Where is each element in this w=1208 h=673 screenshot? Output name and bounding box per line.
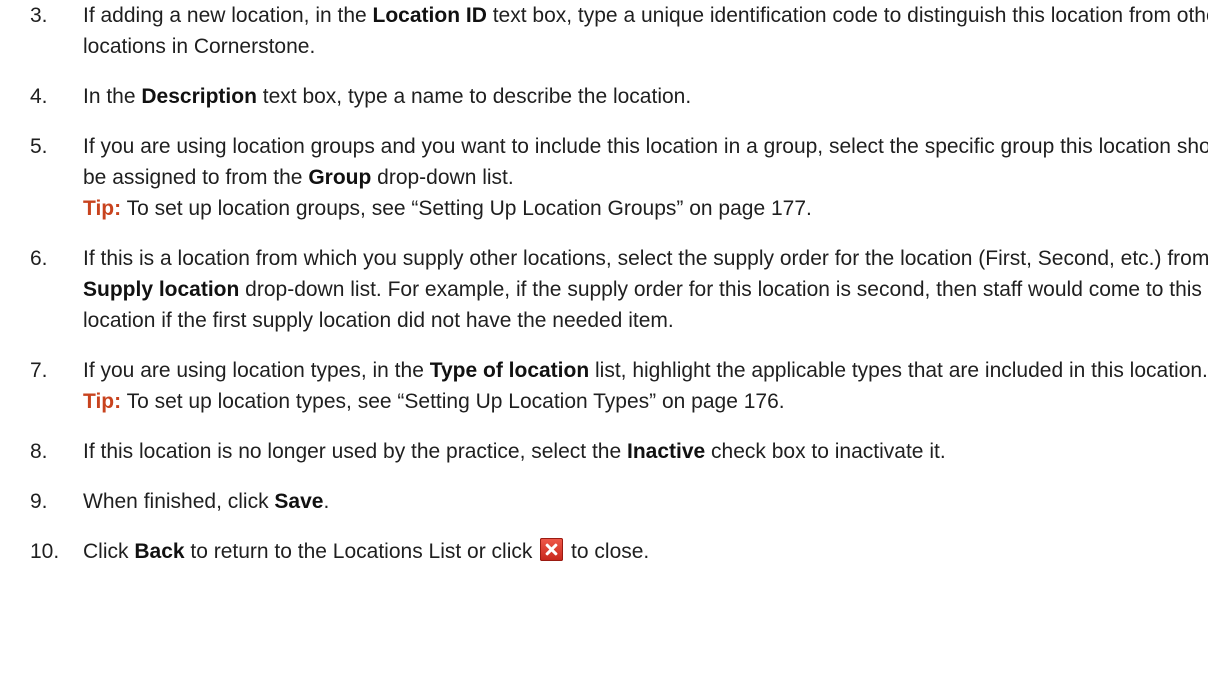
step-number: 5. <box>30 135 48 158</box>
step-number: 8. <box>30 440 48 463</box>
step-text: When finished, click Save. <box>83 490 330 513</box>
step-text: If you are using location types, in the … <box>83 359 1208 382</box>
step-text: If adding a new location, in the Locatio… <box>83 4 1208 58</box>
step-number: 10. <box>30 540 60 563</box>
tip-note: Tip: To set up location groups, see “Set… <box>83 197 812 220</box>
step-number: 6. <box>30 247 48 270</box>
step-text: In the Description text box, type a name… <box>83 85 692 108</box>
step-6: 6. If this is a location from which you … <box>30 243 1208 336</box>
step-text: If this location is no longer used by th… <box>83 440 946 463</box>
step-4: 4. In the Description text box, type a n… <box>30 81 1208 112</box>
step-3: 3. If adding a new location, in the Loca… <box>30 0 1208 62</box>
tip-label: Tip: <box>83 197 122 220</box>
step-text: Click Back to return to the Locations Li… <box>83 538 650 563</box>
step-5: 5. If you are using location groups and … <box>30 131 1208 224</box>
document-page: 3. If adding a new location, in the Loca… <box>0 0 1208 673</box>
tip-note: Tip: To set up location types, see “Sett… <box>83 390 785 413</box>
tip-label: Tip: <box>83 390 122 413</box>
step-number: 3. <box>30 4 48 27</box>
step-number: 9. <box>30 490 48 513</box>
close-icon <box>540 538 564 561</box>
step-9: 9. When finished, click Save. <box>30 486 1208 517</box>
step-number: 4. <box>30 85 48 108</box>
step-text: If you are using location groups and you… <box>83 135 1208 189</box>
step-8: 8. If this location is no longer used by… <box>30 436 1208 467</box>
step-10: 10. Click Back to return to the Location… <box>30 536 1208 567</box>
step-7: 7. If you are using location types, in t… <box>30 355 1208 417</box>
step-number: 7. <box>30 359 48 382</box>
step-text: If this is a location from which you sup… <box>83 247 1208 332</box>
